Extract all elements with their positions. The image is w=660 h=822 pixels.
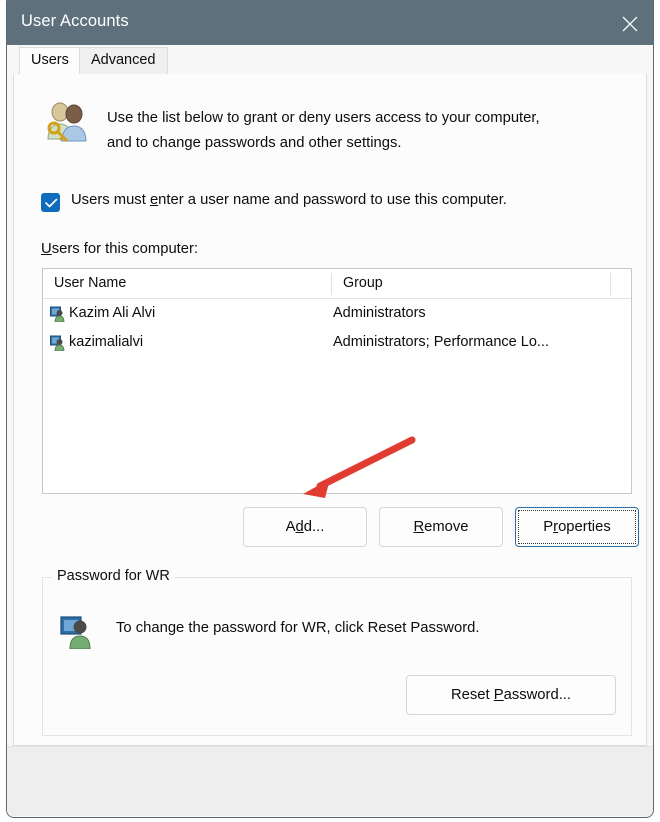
table-row[interactable]: kazimalialvi Administrators; Performance… — [43, 330, 631, 359]
remove-button[interactable]: Remove — [379, 507, 503, 547]
user-icon — [50, 306, 66, 327]
require-password-checkbox[interactable] — [41, 193, 60, 212]
password-group-legend: Password for WR — [52, 568, 175, 584]
reset-label-after: assword... — [503, 686, 572, 703]
tab-users-label: Users — [31, 52, 69, 68]
cell-group: Administrators; Performance Lo... — [333, 334, 549, 350]
dialog-footer: OK Cancel Apply — [7, 746, 653, 816]
column-header-group[interactable]: Group — [343, 275, 383, 291]
users-list-label: Users for this computer: — [41, 241, 198, 257]
users-list-header: User Name Group — [43, 269, 631, 299]
cb-label-before: Users must — [71, 192, 150, 208]
close-button[interactable] — [607, 0, 653, 45]
cell-user-name: Kazim Ali Alvi — [69, 305, 156, 321]
title-bar: User Accounts — [7, 0, 653, 45]
users-list[interactable]: User Name Group Kazim Ali Alvi Administr… — [42, 268, 632, 494]
cell-group: Administrators — [333, 305, 426, 321]
user-icon — [50, 335, 66, 356]
tab-advanced-label: Advanced — [91, 52, 156, 68]
properties-button[interactable]: Properties — [515, 507, 639, 547]
add-button[interactable]: Add... — [243, 507, 367, 547]
intro-line-2: and to change passwords and other settin… — [107, 135, 402, 151]
user-monitor-icon — [60, 615, 96, 654]
column-divider-2[interactable] — [610, 273, 611, 295]
window-title: User Accounts — [21, 12, 129, 30]
users-list-label-after: sers for this computer: — [51, 241, 199, 257]
remove-label-after: emove — [424, 518, 469, 535]
user-accounts-dialog: User Accounts Users Advanced Use the lis… — [6, 0, 654, 818]
reset-label-before: Reset — [450, 686, 494, 703]
intro-text: Use the list below to grant or deny user… — [107, 106, 617, 156]
add-label-before: A — [285, 518, 296, 535]
require-password-label: Users must enter a user name and passwor… — [71, 192, 507, 208]
cb-label-accel: e — [149, 192, 159, 208]
users-key-icon — [43, 101, 89, 148]
column-header-user-name[interactable]: User Name — [54, 275, 126, 291]
intro-line-1: Use the list below to grant or deny user… — [107, 110, 540, 126]
reset-password-button[interactable]: Reset Password... — [406, 675, 616, 715]
focus-ring — [518, 510, 636, 544]
add-label-accel: d — [295, 518, 304, 535]
table-row[interactable]: Kazim Ali Alvi Administrators — [43, 301, 631, 330]
password-description: To change the password for WR, click Res… — [116, 620, 480, 636]
cell-user-name: kazimalialvi — [69, 334, 144, 350]
tab-users[interactable]: Users — [19, 47, 81, 75]
cb-label-after: nter a user name and password to use thi… — [158, 192, 507, 208]
tab-advanced[interactable]: Advanced — [79, 47, 168, 75]
remove-label-accel: R — [413, 518, 425, 535]
users-tab-panel: Use the list below to grant or deny user… — [13, 74, 647, 746]
reset-label-accel: P — [493, 686, 504, 703]
column-divider-1[interactable] — [331, 273, 332, 295]
tab-strip: Users Advanced — [13, 47, 647, 75]
add-label-after: d... — [303, 518, 325, 535]
users-list-label-accel: U — [41, 241, 52, 257]
